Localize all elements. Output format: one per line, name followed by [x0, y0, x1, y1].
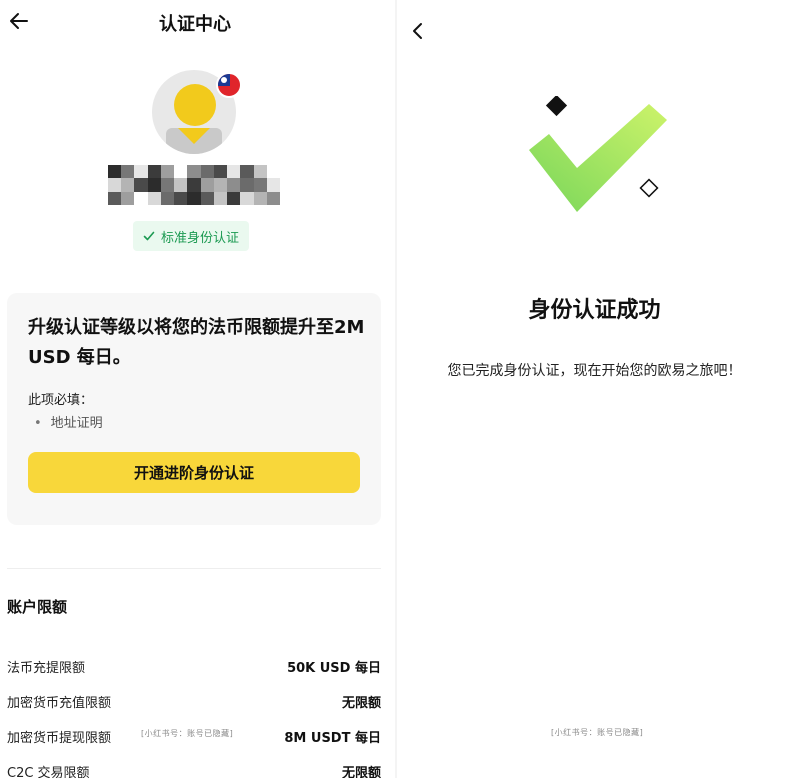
- upgrade-title: 升级认证等级以将您的法币限额提升至2M USD 每日。: [28, 317, 365, 368]
- divider: [7, 568, 381, 569]
- limits-title: 账户限额: [7, 598, 68, 616]
- verification-center-screen: 认证中心 标准身份认证 升级认证等级以将您的法币限额提升至2M USD 每日。 …: [0, 0, 395, 778]
- limit-label: C2C 交易限额: [7, 766, 90, 778]
- verification-badge: 标准身份认证: [133, 221, 250, 251]
- limit-label: 加密货币充值限额: [7, 696, 112, 711]
- limit-label: 法币充提限额: [7, 661, 86, 676]
- requirement-label: 此项必填：: [28, 393, 94, 408]
- redacted-username: [108, 165, 280, 205]
- limit-value: 无限额: [341, 766, 381, 778]
- success-title: 身份认证成功: [528, 298, 661, 323]
- requirement-item: 地址证明: [34, 412, 103, 431]
- limit-value: 50K USD 每日: [287, 661, 381, 676]
- success-check-icon: [529, 96, 667, 212]
- verification-success-screen: 身份认证成功 您已完成身份认证，现在开始您的欧易之旅吧！ [小红书号：账号已隐藏…: [397, 0, 792, 778]
- checkmark-icon: [143, 231, 155, 241]
- upgrade-card: 升级认证等级以将您的法币限额提升至2M USD 每日。 此项必填： 地址证明 开…: [7, 293, 381, 525]
- watermark: [小红书号：账号已隐藏]: [141, 729, 234, 738]
- watermark: [小红书号：账号已隐藏]: [551, 728, 644, 737]
- limit-row: 法币充提限额 50K USD 每日: [7, 653, 381, 677]
- advanced-verification-button[interactable]: 开通进阶身份认证: [28, 452, 360, 493]
- limit-row: 加密货币充值限额 无限额: [7, 688, 381, 712]
- limit-label: 加密货币提现限额: [7, 731, 112, 746]
- limit-value: 8M USDT 每日: [284, 731, 381, 746]
- country-flag-icon: [216, 72, 242, 98]
- page-title: 认证中心: [159, 14, 231, 35]
- limit-row: C2C 交易限额 无限额: [7, 758, 381, 778]
- success-description: 您已完成身份认证，现在开始您的欧易之旅吧！: [447, 363, 742, 379]
- badge-label: 标准身份认证: [161, 230, 240, 246]
- limit-value: 无限额: [341, 696, 381, 711]
- chevron-left-icon[interactable]: [411, 21, 425, 41]
